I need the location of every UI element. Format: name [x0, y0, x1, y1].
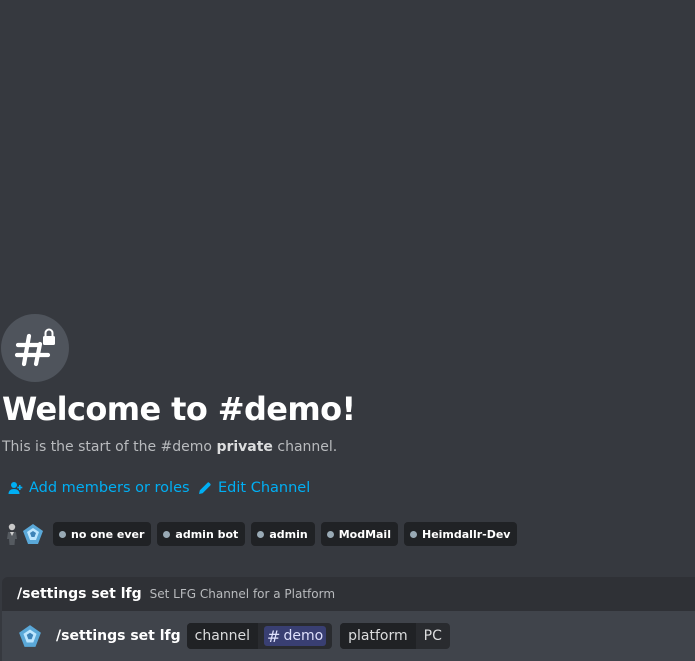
- welcome-subtitle: This is the start of the #demo private c…: [2, 439, 337, 455]
- role-color-dot: [257, 530, 265, 538]
- option-value[interactable]: PC: [416, 623, 450, 649]
- slash-command-header: /settings set lfg Set LFG Channel for a …: [2, 577, 695, 611]
- role-pill[interactable]: ModMail: [320, 522, 398, 546]
- private-channel-icon: [1, 314, 69, 382]
- welcome-title: Welcome to #demo!: [2, 390, 356, 428]
- bot-avatar-icon: [23, 524, 43, 544]
- option-channel[interactable]: channel # demo: [186, 623, 333, 649]
- hashtag-icon: #: [267, 626, 281, 646]
- role-label: admin bot: [175, 527, 239, 541]
- edit-channel-label: Edit Channel: [218, 480, 311, 496]
- role-label: Heimdallr-Dev: [421, 527, 511, 541]
- role-label: admin: [269, 527, 308, 541]
- channel-mention[interactable]: # demo: [264, 626, 327, 646]
- edit-channel-button[interactable]: Edit Channel: [198, 480, 310, 496]
- add-members-label: Add members or roles: [29, 480, 190, 496]
- role-color-dot: [163, 530, 171, 538]
- welcome-subtitle-suffix: channel.: [272, 439, 338, 455]
- member-role-row: no one ever admin bot admin ModMail Heim…: [2, 521, 523, 547]
- role-label: no one ever: [71, 527, 145, 541]
- option-platform[interactable]: platform PC: [340, 623, 450, 649]
- member-avatars[interactable]: [2, 522, 44, 546]
- add-user-icon: [8, 482, 23, 494]
- role-pill[interactable]: Heimdallr-Dev: [403, 522, 518, 546]
- slash-command-input[interactable]: /settings set lfg channel # demo platfor…: [2, 611, 695, 661]
- command-name: /settings set lfg: [17, 586, 142, 602]
- command-description: Set LFG Channel for a Platform: [149, 587, 336, 601]
- role-pill[interactable]: no one ever: [53, 522, 152, 546]
- option-name: channel: [186, 623, 259, 649]
- welcome-subtitle-bold: private: [216, 439, 273, 455]
- channel-mention-label: demo: [283, 628, 324, 644]
- add-members-button[interactable]: Add members or roles: [8, 480, 190, 496]
- option-name: platform: [340, 623, 416, 649]
- role-color-dot: [59, 530, 66, 538]
- user-avatar-icon: [7, 523, 17, 545]
- option-value[interactable]: # demo: [258, 623, 332, 649]
- role-color-dot: [326, 530, 334, 538]
- role-color-dot: [409, 530, 417, 538]
- role-label: ModMail: [338, 527, 391, 541]
- pencil-icon: [199, 482, 211, 494]
- welcome-subtitle-prefix: This is the start of the #demo: [2, 439, 217, 455]
- bot-app-icon: [19, 625, 41, 647]
- command-input-name: /settings set lfg: [56, 628, 181, 644]
- role-pill[interactable]: admin: [251, 522, 315, 546]
- role-pill[interactable]: admin bot: [157, 522, 246, 546]
